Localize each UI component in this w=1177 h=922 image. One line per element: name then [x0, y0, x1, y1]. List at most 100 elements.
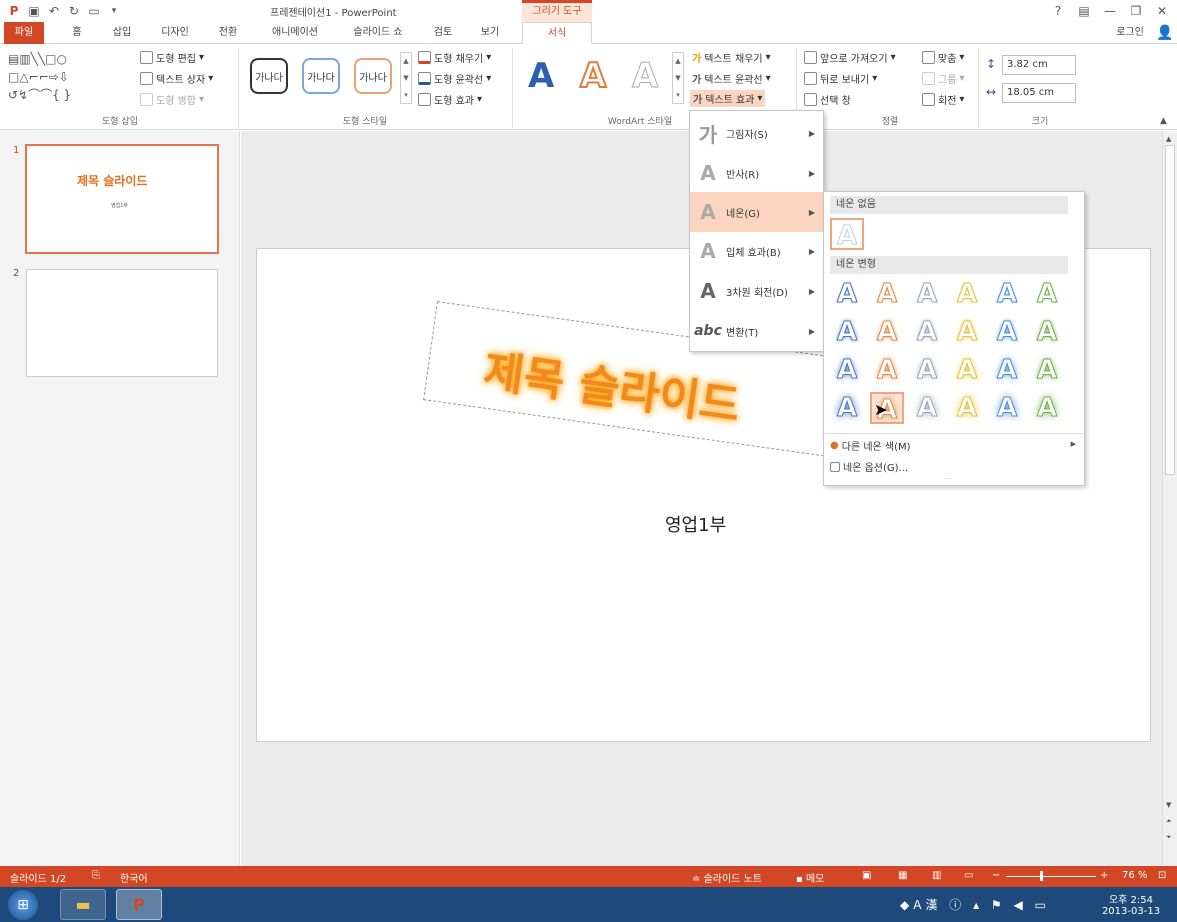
group-button[interactable]: 그룹 ▾ [922, 71, 964, 86]
present-icon[interactable]: ▭ [86, 3, 102, 19]
more-glow-colors-button[interactable]: ● 다른 네온 색(M) [830, 438, 911, 453]
glow-variation-option[interactable]: A [870, 278, 904, 310]
menu-item-3d-rotation[interactable]: A 3차원 회전(D) ▶ [690, 271, 823, 311]
wordart-style-orange[interactable]: A [579, 55, 607, 97]
vertical-scrollbar[interactable]: ▲ ▼ ⏶ ⏷ [1162, 131, 1177, 866]
glow-variation-option[interactable]: A [830, 316, 864, 348]
wordart-style-scroll[interactable]: ▲ ▼ ▾ [672, 52, 684, 104]
glow-variation-option[interactable]: A [950, 316, 984, 348]
slide-sorter-icon[interactable]: ▦ [898, 870, 907, 881]
shape-outline-button[interactable]: 도형 윤곽선 ▾ [418, 71, 491, 86]
help-icon[interactable]: ? [1050, 3, 1066, 19]
zoom-in-icon[interactable]: + [1100, 870, 1108, 881]
restore-icon[interactable]: ❐ [1128, 3, 1144, 19]
glow-variation-option[interactable]: A [1030, 316, 1064, 348]
glow-variation-option[interactable]: A [950, 354, 984, 386]
glow-variation-option[interactable]: A [990, 278, 1024, 310]
language[interactable]: 한국어 [120, 870, 148, 885]
selection-pane-button[interactable]: 선택 창 [804, 92, 851, 107]
zoom-slider[interactable] [1006, 871, 1096, 881]
customize-qat-icon[interactable]: ▾ [106, 3, 122, 19]
start-button-icon[interactable]: ⊞ [8, 890, 38, 920]
wordart-style-blue[interactable]: A [528, 56, 554, 96]
close-icon[interactable]: ✕ [1154, 3, 1170, 19]
scroll-down-icon[interactable]: ▼ [1166, 801, 1171, 809]
reading-view-icon[interactable]: ▥ [932, 870, 941, 881]
glow-variation-option[interactable]: A [950, 392, 984, 424]
tab-slideshow[interactable]: 슬라이드 쇼 [342, 22, 414, 44]
menu-item-shadow[interactable]: 가 그림자(S) ▶ [690, 113, 823, 153]
glow-variation-option[interactable]: A [830, 392, 864, 424]
glow-variation-option[interactable]: A [990, 354, 1024, 386]
slide-thumbnail-1[interactable]: 제목 슬라이드 영업1부 [25, 144, 219, 254]
spellcheck-icon[interactable]: ⎘ [92, 870, 100, 881]
no-glow-option[interactable]: A [830, 218, 864, 252]
menu-item-transform[interactable]: abc 변환(T) ▶ [690, 311, 823, 351]
glow-options-button[interactable]: 네온 옵션(G)... [830, 459, 908, 474]
text-outline-button[interactable]: 가 텍스트 윤곽선 ▾ [692, 71, 771, 86]
shape-style-1[interactable]: 가나다 [250, 58, 288, 94]
shape-style-3[interactable]: 가나다 [354, 58, 392, 94]
zoom-slider-thumb[interactable] [1040, 871, 1043, 881]
shape-style-scroll[interactable]: ▲ ▼ ▾ [400, 52, 412, 104]
glow-variation-option[interactable]: A [990, 392, 1024, 424]
clock[interactable]: 오후 2:54 2013-03-13 [1096, 891, 1166, 917]
tab-format[interactable]: 서식 [522, 22, 592, 44]
tab-view[interactable]: 보기 [472, 22, 508, 44]
normal-view-icon[interactable]: ▣ [862, 870, 871, 881]
glow-variation-option[interactable]: A [870, 316, 904, 348]
glow-variation-option[interactable]: A [1030, 392, 1064, 424]
glow-variation-option[interactable]: A [1030, 354, 1064, 386]
edit-shape-button[interactable]: 도형 편집 ▾ [140, 50, 204, 65]
tab-insert[interactable]: 삽입 [104, 22, 140, 44]
fit-slide-icon[interactable]: ⊡ [1158, 870, 1166, 881]
shape-effects-button[interactable]: 도형 효과 ▾ [418, 92, 482, 107]
shape-fill-button[interactable]: 도형 채우기 ▾ [418, 50, 491, 65]
save-icon[interactable]: ▣ [26, 3, 42, 19]
scroll-up-icon[interactable]: ▲ [1166, 135, 1171, 143]
redo-icon[interactable]: ↻ [66, 3, 82, 19]
glow-variation-option[interactable]: A [910, 316, 944, 348]
tab-home[interactable]: 홈 [62, 22, 92, 44]
slide-subtitle[interactable]: 영업1부 [665, 511, 726, 537]
tab-animations[interactable]: 애니메이션 [260, 22, 330, 44]
glow-variation-option[interactable]: A [990, 316, 1024, 348]
text-effects-button[interactable]: 가 텍스트 효과 ▾ [690, 90, 766, 107]
tab-file[interactable]: 파일 [4, 22, 44, 44]
glow-variation-option[interactable]: A [910, 278, 944, 310]
prev-slide-icon[interactable]: ⏶ [1166, 817, 1172, 826]
textbox-button[interactable]: 텍스트 상자 ▾ [140, 71, 213, 86]
tab-review[interactable]: 검토 [426, 22, 460, 44]
glow-variation-option[interactable]: A [830, 354, 864, 386]
powerpoint-taskbar-icon[interactable]: P [116, 889, 162, 920]
send-backward-button[interactable]: 뒤로 보내기 ▾ [804, 71, 877, 86]
powerpoint-app-icon[interactable]: P [6, 3, 22, 19]
tray-icons[interactable]: ◆A漢 ⓘ ▴ ⚑ ◀ ▭ [900, 896, 1050, 913]
glow-variation-option[interactable]: A [910, 354, 944, 386]
user-avatar-icon[interactable]: 👤 [1155, 22, 1175, 44]
rotate-button[interactable]: 회전 ▾ [922, 92, 964, 107]
glow-variation-option[interactable]: A [950, 278, 984, 310]
undo-icon[interactable]: ↶ [46, 3, 62, 19]
glow-variation-option[interactable]: A [910, 392, 944, 424]
minimize-icon[interactable]: — [1102, 3, 1118, 19]
menu-item-glow[interactable]: A 네온(G) ▶ [690, 192, 823, 232]
menu-item-reflection[interactable]: A 반사(R) ▶ [690, 153, 823, 193]
tab-transitions[interactable]: 전환 [210, 22, 246, 44]
text-fill-button[interactable]: 가 텍스트 채우기 ▾ [692, 50, 771, 65]
wordart-style-gray[interactable]: A [631, 56, 658, 97]
width-input[interactable]: 18.05 cm [1002, 83, 1076, 103]
bring-forward-button[interactable]: 앞으로 가져오기 ▾ [804, 50, 896, 65]
comments-button[interactable]: ▪ 메모 [796, 870, 824, 885]
height-input[interactable]: 3.82 cm [1002, 55, 1076, 75]
shapes-gallery[interactable]: ▤▥╲╲□○ □△⌐⌐⇨⇩ ↺↯⌒⌒{ } [8, 50, 132, 106]
scroll-thumb[interactable] [1165, 145, 1175, 475]
tab-design[interactable]: 디자인 [152, 22, 198, 44]
login-link[interactable]: 로그인 [1110, 22, 1150, 44]
slide-thumbnail-2[interactable] [26, 269, 218, 377]
ribbon-display-icon[interactable]: ▤ [1076, 3, 1092, 19]
glow-variation-option[interactable]: A [870, 354, 904, 386]
next-slide-icon[interactable]: ⏷ [1166, 833, 1172, 842]
menu-item-bevel[interactable]: A 입체 효과(B) ▶ [690, 231, 823, 271]
resize-grip[interactable]: ···· [944, 476, 952, 483]
